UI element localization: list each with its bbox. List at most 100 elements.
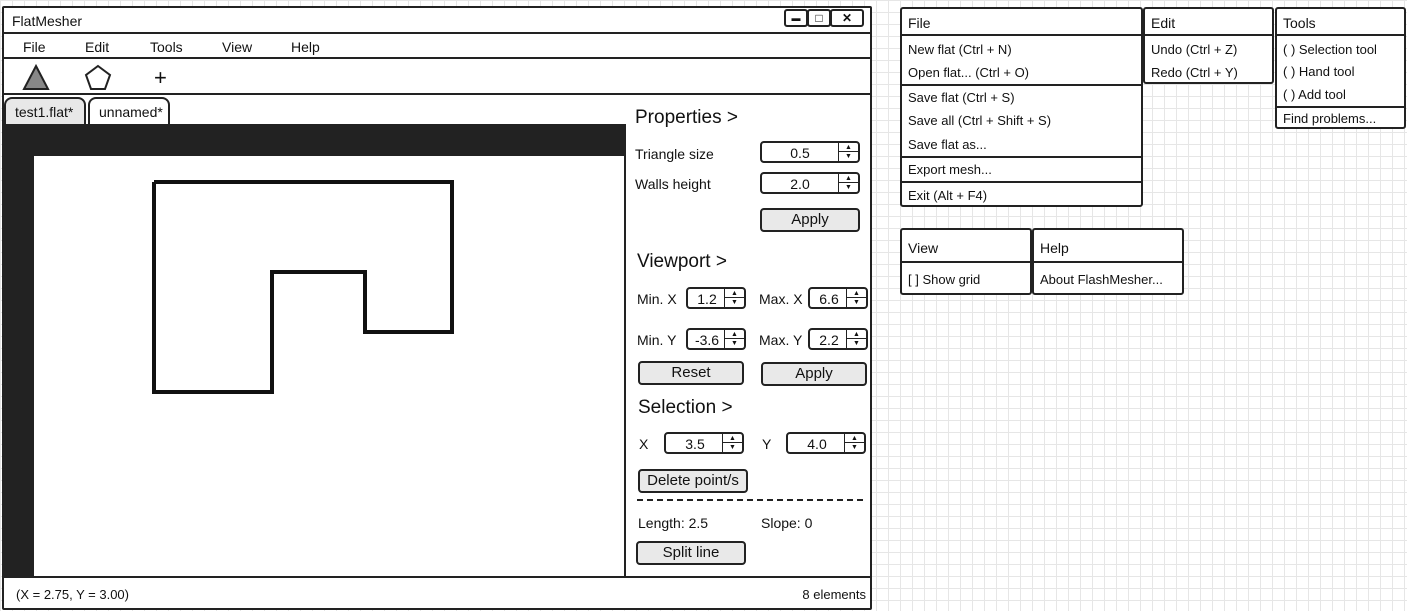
file-menu-title: File xyxy=(902,9,1141,36)
menu-separator xyxy=(902,181,1141,183)
element-count: 8 elements xyxy=(802,587,866,602)
selection-y-stepper[interactable]: 4.0 ▲ ▼ xyxy=(786,432,866,454)
increment-icon[interactable]: ▲ xyxy=(839,174,858,183)
menu-tools[interactable]: Tools xyxy=(150,39,183,55)
decrement-icon[interactable]: ▼ xyxy=(847,298,866,307)
menu-item-redo[interactable]: Redo (Ctrl + Y) xyxy=(1151,65,1238,80)
slope-readout: Slope: 0 xyxy=(761,515,813,531)
floor-plan-shape xyxy=(152,180,454,394)
add-tool-icon[interactable]: + xyxy=(154,65,167,91)
file-menu-mockup: File New flat (Ctrl + N) Open flat... (C… xyxy=(900,7,1143,207)
selection-y-label: Y xyxy=(762,436,772,452)
walls-height-label: Walls height xyxy=(635,176,711,192)
menu-item-save-flat-as[interactable]: Save flat as... xyxy=(908,137,987,152)
view-menu-title: View xyxy=(902,230,1030,263)
app-window: FlatMesher ▬ □ ✕ File Edit Tools View He… xyxy=(2,6,872,610)
menu-item-export-mesh[interactable]: Export mesh... xyxy=(908,162,992,177)
decrement-icon[interactable]: ▼ xyxy=(839,152,858,161)
menu-item-open-flat[interactable]: Open flat... (Ctrl + O) xyxy=(908,65,1029,80)
menu-item-new-flat[interactable]: New flat (Ctrl + N) xyxy=(908,42,1012,57)
decrement-icon[interactable]: ▼ xyxy=(723,443,742,452)
min-x-stepper[interactable]: 1.2 ▲ ▼ xyxy=(686,287,746,309)
increment-icon[interactable]: ▲ xyxy=(839,143,858,152)
menu-item-exit[interactable]: Exit (Alt + F4) xyxy=(908,188,987,203)
cursor-coordinates: (X = 2.75, Y = 3.00) xyxy=(16,587,129,602)
edit-menu-mockup: Edit Undo (Ctrl + Z) Redo (Ctrl + Y) xyxy=(1143,7,1274,84)
maximize-icon: □ xyxy=(815,11,823,25)
decrement-icon[interactable]: ▼ xyxy=(847,339,866,348)
walls-height-stepper[interactable]: 2.0 ▲ ▼ xyxy=(760,172,860,194)
viewport-apply-button[interactable]: Apply xyxy=(761,362,867,386)
selection-y-value: 4.0 xyxy=(807,436,827,452)
max-x-label: Max. X xyxy=(759,291,803,307)
menu-separator xyxy=(902,156,1141,158)
max-y-stepper[interactable]: 2.2 ▲ ▼ xyxy=(808,328,868,350)
tools-menu-title: Tools xyxy=(1277,9,1404,36)
menu-help[interactable]: Help xyxy=(291,39,320,55)
menu-edit[interactable]: Edit xyxy=(85,39,109,55)
maximize-button[interactable]: □ xyxy=(807,9,831,27)
window-title: FlatMesher xyxy=(12,13,83,29)
max-x-stepper[interactable]: 6.6 ▲ ▼ xyxy=(808,287,868,309)
triangle-size-label: Triangle size xyxy=(635,146,714,162)
min-y-value: -3.6 xyxy=(694,332,720,348)
polygon-tool-icon[interactable] xyxy=(84,63,112,91)
split-line-button[interactable]: Split line xyxy=(636,541,746,565)
menu-item-add-tool[interactable]: ( ) Add tool xyxy=(1283,87,1346,102)
triangle-tool-icon[interactable] xyxy=(22,63,50,91)
edit-menu-title: Edit xyxy=(1145,9,1272,36)
viewport-heading[interactable]: Viewport > xyxy=(637,251,727,273)
viewport-reset-button[interactable]: Reset xyxy=(638,361,744,385)
properties-heading[interactable]: Properties > xyxy=(635,107,738,129)
selection-x-value: 3.5 xyxy=(685,436,705,452)
minimize-icon: ▬ xyxy=(791,13,801,23)
help-menu-title: Help xyxy=(1034,230,1182,263)
max-y-value: 2.2 xyxy=(819,332,839,348)
delete-points-button[interactable]: Delete point/s xyxy=(638,469,748,493)
menu-separator xyxy=(902,84,1141,86)
minimize-button[interactable]: ▬ xyxy=(784,9,808,27)
title-bar[interactable]: FlatMesher ▬ □ ✕ xyxy=(4,8,870,34)
tab-test1[interactable]: test1.flat* xyxy=(4,97,86,125)
increment-icon[interactable]: ▲ xyxy=(725,289,744,298)
tab-strip: test1.flat* unnamed* xyxy=(4,95,626,125)
menu-item-save-flat[interactable]: Save flat (Ctrl + S) xyxy=(908,90,1015,105)
min-x-label: Min. X xyxy=(637,291,677,307)
menu-item-undo[interactable]: Undo (Ctrl + Z) xyxy=(1151,42,1237,57)
properties-apply-button[interactable]: Apply xyxy=(760,208,860,232)
menu-item-selection-tool[interactable]: ( ) Selection tool xyxy=(1283,42,1377,57)
decrement-icon[interactable]: ▼ xyxy=(725,298,744,307)
menu-item-hand-tool[interactable]: ( ) Hand tool xyxy=(1283,64,1355,79)
decrement-icon[interactable]: ▼ xyxy=(725,339,744,348)
increment-icon[interactable]: ▲ xyxy=(725,330,744,339)
menu-separator xyxy=(1277,106,1404,108)
increment-icon[interactable]: ▲ xyxy=(847,289,866,298)
tools-menu-mockup: Tools ( ) Selection tool ( ) Hand tool (… xyxy=(1275,7,1406,129)
increment-icon[interactable]: ▲ xyxy=(847,330,866,339)
max-x-value: 6.6 xyxy=(819,291,839,307)
tab-unnamed[interactable]: unnamed* xyxy=(88,97,170,125)
decrement-icon[interactable]: ▼ xyxy=(839,183,858,192)
menu-view[interactable]: View xyxy=(222,39,252,55)
menu-file[interactable]: File xyxy=(23,39,46,55)
min-y-stepper[interactable]: -3.6 ▲ ▼ xyxy=(686,328,746,350)
triangle-size-stepper[interactable]: 0.5 ▲ ▼ xyxy=(760,141,860,163)
length-readout: Length: 2.5 xyxy=(638,515,709,531)
menu-item-about[interactable]: About FlashMesher... xyxy=(1040,272,1163,287)
selection-heading[interactable]: Selection > xyxy=(638,397,733,419)
increment-icon[interactable]: ▲ xyxy=(723,434,742,443)
drawing-canvas[interactable] xyxy=(4,124,626,576)
menu-item-find-problems[interactable]: Find problems... xyxy=(1283,111,1376,126)
toolbar: + xyxy=(4,59,870,95)
close-button[interactable]: ✕ xyxy=(830,9,864,27)
min-y-label: Min. Y xyxy=(637,332,677,348)
menu-item-show-grid[interactable]: [ ] Show grid xyxy=(908,272,980,287)
triangle-size-value: 0.5 xyxy=(790,145,810,161)
selection-x-stepper[interactable]: 3.5 ▲ ▼ xyxy=(664,432,744,454)
decrement-icon[interactable]: ▼ xyxy=(845,443,864,452)
menu-item-save-all[interactable]: Save all (Ctrl + Shift + S) xyxy=(908,113,1051,128)
section-divider xyxy=(637,499,863,501)
increment-icon[interactable]: ▲ xyxy=(845,434,864,443)
min-x-value: 1.2 xyxy=(697,291,717,307)
close-icon: ✕ xyxy=(841,11,853,25)
